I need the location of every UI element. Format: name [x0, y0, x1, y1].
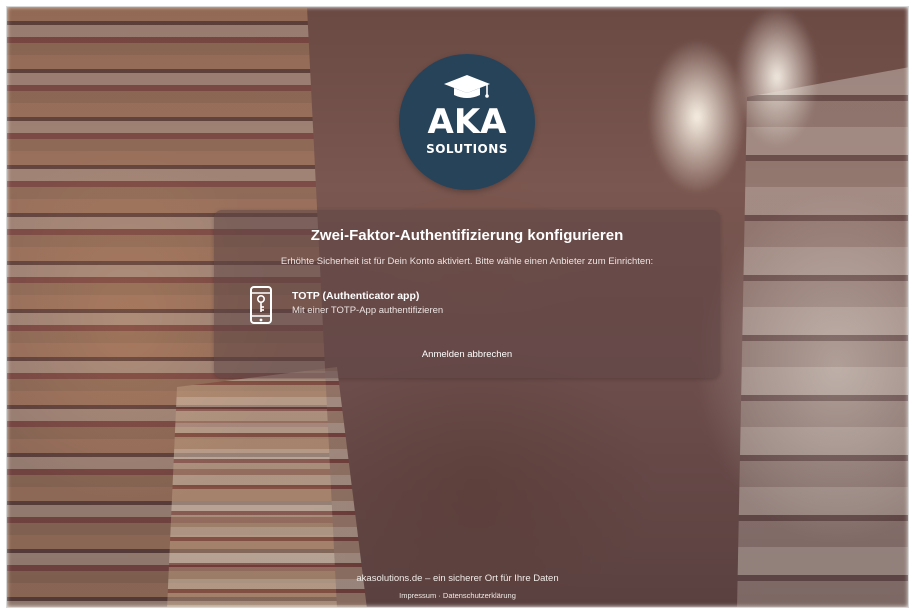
- login-screen: AKA SOLUTIONS Zwei-Faktor-Authentifizier…: [6, 6, 909, 608]
- phone-key-icon: [250, 286, 272, 324]
- graduation-cap-icon: [444, 75, 490, 98]
- footer-tagline: akasolutions.de – ein sicherer Ort für I…: [356, 573, 559, 584]
- footer-links: Impressum · Datenschutzerklärung: [7, 591, 908, 600]
- cancel-login-link[interactable]: Anmelden abbrechen: [214, 349, 720, 360]
- card-description: Erhöhte Sicherheit ist für Dein Konto ak…: [280, 256, 654, 267]
- provider-description: Mit einer TOTP-App authentifizieren: [292, 305, 444, 316]
- card-title: Zwei-Faktor-Authentifizierung konfigurie…: [310, 227, 624, 244]
- two-factor-card: Zwei-Faktor-Authentifizierung konfigurie…: [214, 210, 720, 378]
- footer-separator: ·: [438, 591, 441, 600]
- provider-name: TOTP (Authenticator app): [292, 290, 420, 302]
- page: AKA SOLUTIONS Zwei-Faktor-Authentifizier…: [0, 0, 915, 614]
- brand-logo: AKA SOLUTIONS: [399, 54, 535, 190]
- brand-name: AKA: [427, 102, 507, 142]
- provider-totp[interactable]: TOTP (Authenticator app) Mit einer TOTP-…: [244, 284, 504, 324]
- imprint-link[interactable]: Impressum: [399, 591, 436, 600]
- privacy-link[interactable]: Datenschutzerklärung: [443, 591, 516, 600]
- brand-subname: SOLUTIONS: [426, 142, 508, 156]
